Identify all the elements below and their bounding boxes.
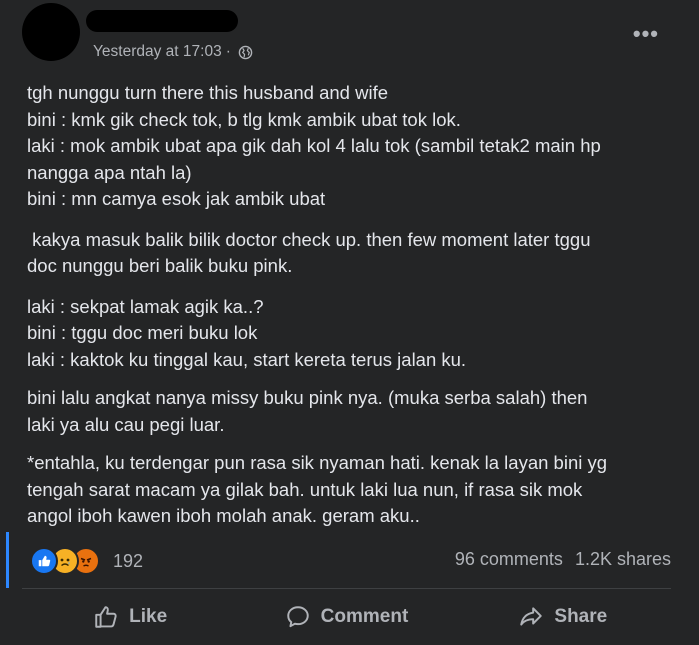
meta-separator: · <box>225 43 231 60</box>
share-button[interactable]: Share <box>455 595 671 639</box>
post-line: bini : tggu doc meri buku lok <box>27 322 258 343</box>
post-line: bini : kmk gik check tok, b tlg kmk ambi… <box>27 108 461 130</box>
post-line: laki : mok ambik ubat apa gik dah kol 4 … <box>27 135 601 156</box>
post-body: tgh nunggu turn there this husband and w… <box>27 80 677 538</box>
like-label: Like <box>129 606 168 627</box>
post-meta: Yesterday at 17:03 · <box>93 43 253 61</box>
comments-count[interactable]: 96 comments <box>455 549 563 570</box>
engagement-stats: 96 comments 1.2K shares <box>455 549 671 570</box>
action-bar: Like Comment Share <box>22 592 671 642</box>
more-options-button[interactable]: ••• <box>633 23 659 45</box>
divider <box>22 588 671 589</box>
post-paragraph: tgh nunggu turn there this husband and w… <box>27 80 677 213</box>
post-line: laki : kaktok ku tinggal kau, start kere… <box>27 348 467 370</box>
comment-button[interactable]: Comment <box>238 595 454 639</box>
post-line: angol iboh kawen iboh molah anak. geram … <box>27 505 420 526</box>
post-line: bini : mn camya esok jak ambik ubat <box>27 188 326 209</box>
post-paragraph: *entahla, ku terdengar pun rasa sik nyam… <box>27 450 677 530</box>
share-icon <box>520 607 543 626</box>
post-line: tgh nunggu turn there this husband and w… <box>27 82 389 103</box>
comment-label: Comment <box>320 606 409 627</box>
like-button[interactable]: Like <box>22 595 238 639</box>
post-timestamp[interactable]: Yesterday at 17:03 <box>93 43 222 61</box>
facebook-post: Yesterday at 17:03 · ••• tgh nunggu turn… <box>0 0 699 645</box>
globe-icon <box>238 45 253 59</box>
post-line: bini lalu angkat nanya missy buku pink n… <box>27 387 588 408</box>
post-line: doc nunggu beri balik buku pink. <box>27 255 293 276</box>
post-line: laki ya alu cau pegi luar. <box>27 413 225 435</box>
reaction-summary[interactable]: 192 <box>30 547 143 575</box>
post-line: nangga apa ntah la) <box>27 161 192 183</box>
post-paragraph: laki : sekpat lamak agik ka..? bini : tg… <box>27 294 677 374</box>
comment-icon <box>286 606 309 628</box>
post-line: kakya masuk balik bilik doctor check up.… <box>27 228 591 250</box>
like-icon <box>30 547 58 575</box>
thumbs-up-icon <box>95 606 117 628</box>
post-line: *entahla, ku terdengar pun rasa sik nyam… <box>27 452 608 473</box>
redacted-author-name <box>86 10 238 32</box>
share-label: Share <box>554 606 608 627</box>
post-paragraph: bini lalu angkat nanya missy buku pink n… <box>27 385 677 438</box>
avatar[interactable] <box>22 3 80 61</box>
accent-bar <box>6 532 9 588</box>
post-line: tengah sarat macam ya gilak bah. untuk l… <box>27 478 583 500</box>
reaction-count[interactable]: 192 <box>113 551 143 572</box>
post-line: laki : sekpat lamak agik ka..? <box>27 295 264 317</box>
post-paragraph: kakya masuk balik bilik doctor check up.… <box>27 227 677 280</box>
shares-count[interactable]: 1.2K shares <box>575 549 671 570</box>
